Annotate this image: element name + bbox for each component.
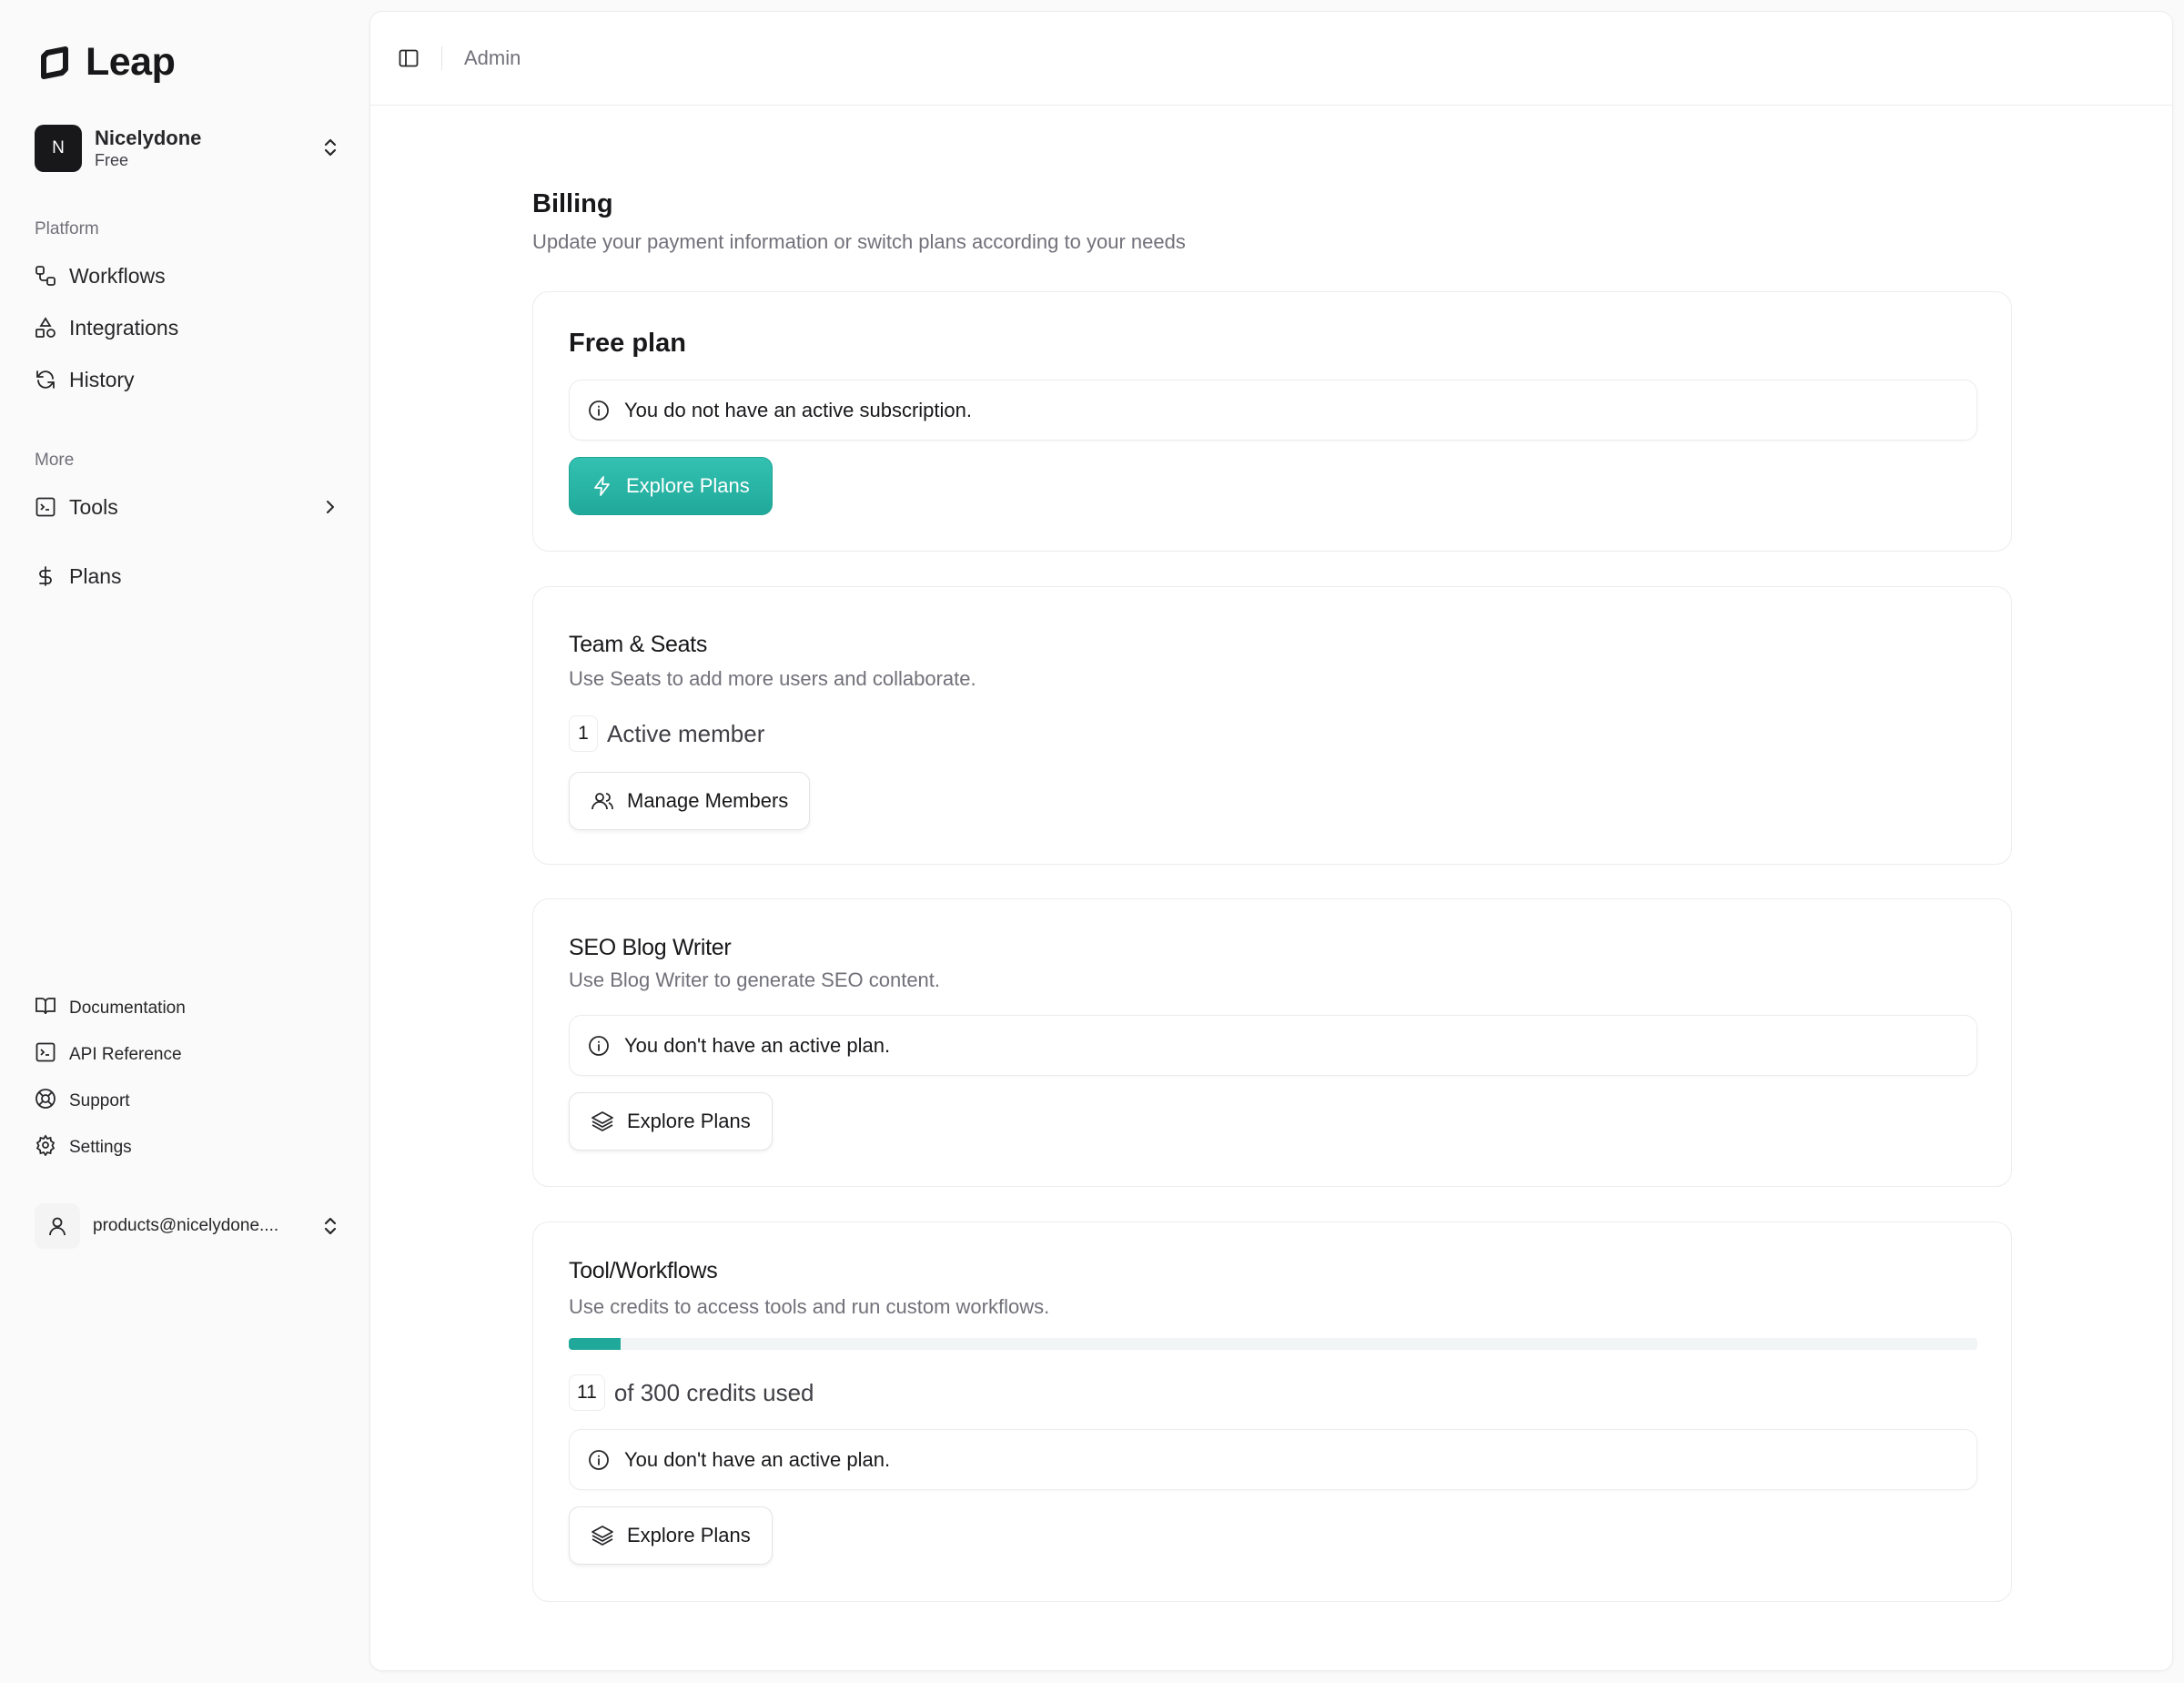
free-plan-card: Free plan You do not have an active subs… bbox=[532, 291, 2012, 552]
sidebar: Leap N Nicelydone Free Platform Workflow… bbox=[0, 0, 369, 1683]
alert-text: You don't have an active plan. bbox=[624, 1447, 891, 1471]
shapes-icon bbox=[35, 317, 56, 339]
sidebar-item-label: Documentation bbox=[69, 999, 186, 1018]
divider bbox=[441, 46, 442, 70]
org-plan: Free bbox=[95, 151, 129, 169]
count-badge: 1 bbox=[569, 715, 598, 752]
sidebar-item-label: Settings bbox=[69, 1138, 132, 1157]
plan-alert: You don't have an active plan. bbox=[569, 1429, 1977, 1490]
card-title: SEO Blog Writer bbox=[569, 935, 732, 960]
sidebar-toggle-icon[interactable] bbox=[398, 47, 420, 69]
tool-workflows-card: Tool/Workflows Use credits to access too… bbox=[532, 1222, 2012, 1602]
credits-used-count: 11 of 300 credits used bbox=[569, 1374, 814, 1411]
explore-plans-button[interactable]: Explore Plans bbox=[569, 1092, 773, 1151]
alert-text: You do not have an active subscription. bbox=[624, 398, 973, 421]
credits-progress-bar bbox=[569, 1338, 1977, 1350]
active-members-count: 1 Active member bbox=[569, 715, 764, 752]
top-bar: Admin bbox=[370, 12, 2172, 106]
users-icon bbox=[592, 793, 613, 810]
org-name: Nicelydone bbox=[95, 127, 202, 149]
count-label: of 300 credits used bbox=[613, 1378, 814, 1406]
sidebar-item-label: API Reference bbox=[69, 1045, 182, 1064]
sidebar-item-api-reference[interactable]: API Reference bbox=[35, 1039, 340, 1071]
sidebar-item-label: Plans bbox=[69, 563, 122, 588]
org-avatar: N bbox=[35, 125, 82, 172]
terminal-icon bbox=[35, 1041, 56, 1069]
app-name: Leap bbox=[86, 40, 176, 84]
chevrons-up-down-icon bbox=[324, 1217, 337, 1235]
page-title: Billing bbox=[532, 189, 613, 218]
leap-logo-icon bbox=[41, 46, 68, 79]
explore-plans-button[interactable]: Explore Plans bbox=[569, 457, 773, 515]
layers-icon bbox=[592, 1111, 613, 1131]
card-description: Use Blog Writer to generate SEO content. bbox=[569, 968, 941, 991]
info-icon bbox=[589, 1449, 609, 1470]
card-title: Tool/Workflows bbox=[569, 1258, 718, 1283]
page-subtitle: Update your payment information or switc… bbox=[532, 230, 1186, 253]
chevron-right-icon bbox=[327, 501, 334, 513]
user-menu[interactable]: products@nicelydone.... bbox=[35, 1203, 340, 1249]
button-label: Explore Plans bbox=[627, 1110, 751, 1132]
sidebar-item-documentation[interactable]: Documentation bbox=[35, 992, 340, 1025]
button-label: Manage Members bbox=[627, 789, 789, 812]
sidebar-item-support[interactable]: Support bbox=[35, 1085, 340, 1118]
count-label: Active member bbox=[607, 719, 765, 747]
card-title: Free plan bbox=[569, 329, 686, 358]
seo-blog-writer-card: SEO Blog Writer Use Blog Writer to gener… bbox=[532, 898, 2012, 1187]
card-description: Use Seats to add more users and collabor… bbox=[569, 667, 976, 690]
lightning-icon bbox=[594, 476, 610, 496]
sidebar-item-label: Support bbox=[69, 1091, 130, 1110]
card-title: Team & Seats bbox=[569, 632, 708, 657]
user-email: products@nicelydone.... bbox=[93, 1216, 279, 1235]
refresh-icon bbox=[35, 369, 56, 390]
sidebar-item-settings[interactable]: Settings bbox=[35, 1131, 340, 1164]
book-icon bbox=[35, 995, 56, 1022]
lifebuoy-icon bbox=[35, 1088, 56, 1115]
avatar bbox=[35, 1203, 80, 1249]
sidebar-item-label: Tools bbox=[69, 494, 118, 519]
alert-text: You don't have an active plan. bbox=[624, 1033, 891, 1057]
explore-plans-button[interactable]: Explore Plans bbox=[569, 1506, 773, 1565]
breadcrumb[interactable]: Admin bbox=[464, 46, 521, 70]
info-icon bbox=[589, 1035, 609, 1056]
plan-alert: You don't have an active plan. bbox=[569, 1015, 1977, 1076]
platform-section-label: Platform bbox=[35, 219, 99, 238]
gear-icon bbox=[35, 1134, 56, 1161]
dollar-icon bbox=[35, 565, 56, 587]
sidebar-item-history[interactable]: History bbox=[35, 360, 340, 400]
button-label: Explore Plans bbox=[627, 1524, 751, 1546]
sidebar-item-tools[interactable]: Tools bbox=[35, 487, 340, 527]
user-icon bbox=[49, 1217, 66, 1236]
chevrons-up-down-icon bbox=[324, 138, 337, 157]
sidebar-item-label: Integrations bbox=[69, 315, 179, 340]
sidebar-item-workflows[interactable]: Workflows bbox=[35, 256, 340, 296]
more-section-label: More bbox=[35, 451, 75, 470]
main-panel: Admin Billing Update your payment inform… bbox=[369, 11, 2173, 1671]
subscription-alert: You do not have an active subscription. bbox=[569, 380, 1977, 441]
card-description: Use credits to access tools and run cust… bbox=[569, 1295, 1050, 1318]
sidebar-item-integrations[interactable]: Integrations bbox=[35, 308, 340, 348]
layers-icon bbox=[592, 1526, 613, 1546]
button-label: Explore Plans bbox=[626, 474, 750, 497]
progress-fill bbox=[569, 1338, 621, 1350]
app-logo[interactable]: Leap bbox=[38, 40, 176, 85]
info-icon bbox=[589, 400, 609, 421]
sidebar-item-plans[interactable]: Plans bbox=[35, 556, 340, 596]
org-switcher[interactable]: N Nicelydone Free bbox=[35, 121, 340, 176]
team-seats-card: Team & Seats Use Seats to add more users… bbox=[532, 586, 2012, 865]
terminal-icon bbox=[35, 496, 56, 518]
workflow-icon bbox=[35, 265, 56, 287]
count-badge: 11 bbox=[569, 1374, 605, 1411]
sidebar-item-label: History bbox=[69, 367, 135, 391]
sidebar-item-label: Workflows bbox=[69, 263, 166, 288]
manage-members-button[interactable]: Manage Members bbox=[569, 772, 811, 830]
